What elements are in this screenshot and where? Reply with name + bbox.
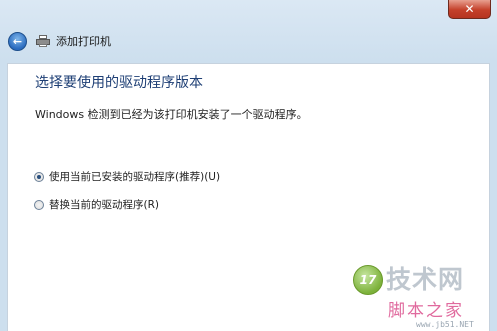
radio-button[interactable] [34, 199, 44, 210]
add-printer-window: ✕ ← 添加打印机 选择要使用的驱动程序版本 Windows 检测到已经为该打印… [0, 0, 497, 331]
page-heading: 选择要使用的驱动程序版本 [35, 75, 203, 91]
page-description: Windows 检测到已经为该打印机安装了一个驱动程序。 [35, 108, 308, 121]
printer-icon [36, 35, 50, 47]
option-replace-driver[interactable]: 替换当前的驱动程序(R) [34, 197, 159, 212]
close-icon: ✕ [464, 2, 475, 16]
watermark-sub-text: 脚本之家 [388, 301, 464, 321]
navigation-bar: ← 添加打印机 [0, 28, 497, 54]
watermark-url: www.jb51.NET [416, 320, 474, 329]
window-title: 添加打印机 [56, 35, 111, 48]
back-arrow-icon: ← [12, 34, 23, 48]
watermark-logo-icon: 17 [353, 265, 383, 295]
option-label: 使用当前已安装的驱动程序(推荐)(U) [49, 171, 221, 183]
option-use-current-driver[interactable]: 使用当前已安装的驱动程序(推荐)(U) [34, 169, 220, 184]
back-button[interactable]: ← [8, 31, 27, 51]
close-button[interactable]: ✕ [448, 0, 491, 19]
option-label: 替换当前的驱动程序(R) [49, 199, 159, 211]
radio-button-selected[interactable] [34, 171, 44, 182]
watermark-main-text: 技术网 [386, 265, 465, 294]
site-watermark: 17 技术网 脚本之家 www.jb51.NET [350, 262, 490, 331]
